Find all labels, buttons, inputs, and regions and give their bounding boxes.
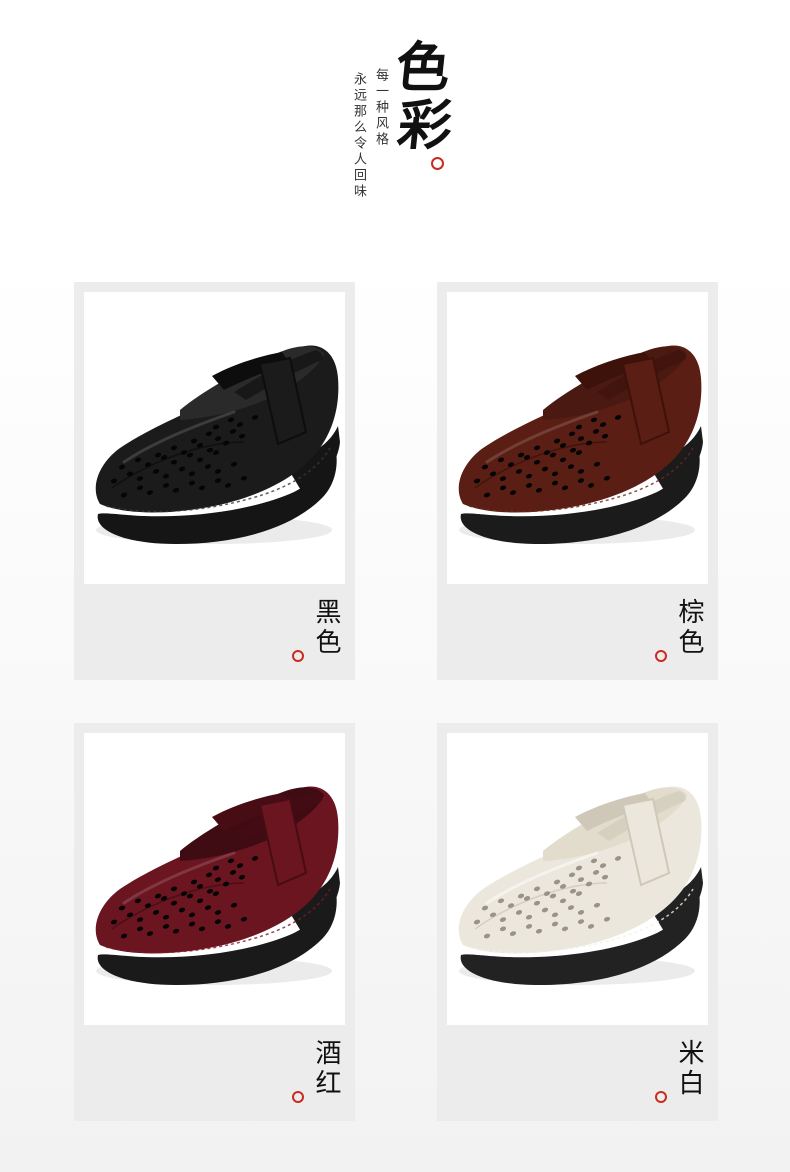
product-photo-wine-red bbox=[84, 733, 345, 1025]
header: 色 彩 每一种风格 永远那么令人回味 bbox=[0, 0, 790, 230]
product-card-wine-red[interactable]: 酒红 bbox=[74, 723, 355, 1121]
title-char-2: 彩 bbox=[394, 93, 456, 157]
color-label-black: 黑色 bbox=[311, 598, 341, 658]
shoe-image-wine-red bbox=[95, 786, 340, 985]
color-label-beige: 米白 bbox=[674, 1039, 704, 1099]
red-circle-icon bbox=[655, 1091, 667, 1103]
shoe-image-beige bbox=[458, 786, 703, 985]
red-circle-icon bbox=[292, 1091, 304, 1103]
shoe-image-brown bbox=[458, 345, 703, 544]
product-photo-black bbox=[84, 292, 345, 584]
color-label-brown: 棕色 bbox=[674, 598, 704, 658]
product-photo-beige bbox=[447, 733, 708, 1025]
product-photo-brown bbox=[447, 292, 708, 584]
product-card-brown[interactable]: 棕色 bbox=[437, 282, 718, 680]
subtitle-line-1: 每一种风格 bbox=[373, 68, 388, 148]
red-circle-icon bbox=[655, 650, 667, 662]
product-card-black[interactable]: 黑色 bbox=[74, 282, 355, 680]
red-circle-icon bbox=[431, 157, 444, 170]
product-card-beige[interactable]: 米白 bbox=[437, 723, 718, 1121]
subtitle-line-2: 永远那么令人回味 bbox=[351, 72, 366, 200]
title-char-1: 色 bbox=[392, 35, 454, 99]
color-label-wine-red: 酒红 bbox=[311, 1039, 341, 1099]
red-circle-icon bbox=[292, 650, 304, 662]
shoe-image-black bbox=[95, 345, 340, 544]
